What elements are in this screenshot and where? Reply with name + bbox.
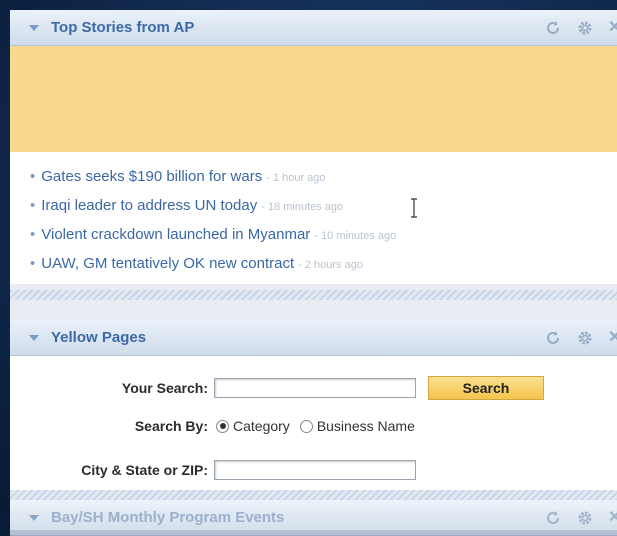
collapse-arrow-icon[interactable] — [29, 514, 39, 521]
category-option-label[interactable]: Category — [233, 418, 290, 434]
widget-controls: ✕ — [544, 10, 617, 46]
story-item: • UAW, GM tentatively OK new contract - 2 … — [30, 255, 617, 284]
search-button[interactable]: Search — [428, 376, 544, 400]
gear-icon[interactable] — [576, 329, 594, 347]
widget-column: Top Stories from AP ✕ • Gates seeks $190 … — [10, 10, 617, 536]
widget-controls: ✕ — [544, 320, 617, 356]
search-by-label: Search By: — [134, 418, 208, 434]
gear-icon[interactable] — [576, 19, 594, 37]
widget-title: Yellow Pages — [51, 329, 147, 346]
location-input[interactable] — [214, 460, 416, 480]
collapse-arrow-icon[interactable] — [29, 24, 39, 31]
widget-divider — [10, 290, 617, 300]
location-label: City & State or ZIP: — [81, 462, 208, 478]
story-item: • Violent crackdown launched in Myanmar - … — [30, 226, 617, 255]
your-search-label: Your Search: — [121, 380, 208, 396]
widget-header: Bay/SH Monthly Program Events ✕ — [10, 500, 617, 536]
yellow-pages-widget: Yellow Pages ✕ Your Search: Search Searc… — [10, 320, 617, 510]
refresh-icon[interactable] — [544, 329, 562, 347]
business-name-radio[interactable] — [299, 419, 313, 433]
story-headline-link[interactable]: Violent crackdown launched in Myanmar — [41, 226, 310, 243]
story-headline-link[interactable]: Iraqi leader to address UN today — [41, 197, 257, 214]
close-icon[interactable]: ✕ — [608, 19, 617, 37]
story-age: - 18 minutes ago — [261, 201, 344, 213]
your-search-row: Your Search: Search — [10, 376, 544, 400]
widget-controls: ✕ — [544, 500, 617, 536]
widget-header: Yellow Pages ✕ — [10, 320, 617, 356]
collapse-arrow-icon[interactable] — [29, 334, 39, 341]
story-age: - 2 hours ago — [298, 259, 363, 271]
story-item: • Gates seeks $190 billion for wars - 1 ho… — [30, 168, 617, 197]
bullet: • — [30, 197, 36, 214]
search-by-row: Search By: Category Business Name — [10, 418, 425, 434]
ap-top-stories-widget: Top Stories from AP ✕ • Gates seeks $190 … — [10, 10, 617, 284]
widget-title: Top Stories from AP — [51, 19, 195, 36]
widget-header: Top Stories from AP ✕ — [10, 10, 617, 46]
yellow-pages-form: Your Search: Search Search By: Category … — [10, 356, 617, 510]
story-item: • Iraqi leader to address UN today - 18 mi… — [30, 197, 617, 226]
refresh-icon[interactable] — [544, 19, 562, 37]
refresh-icon[interactable] — [544, 509, 562, 527]
story-age: - 1 hour ago — [266, 172, 326, 184]
category-radio[interactable] — [216, 419, 229, 433]
text-cursor-icon — [410, 198, 418, 218]
business-name-option-label[interactable]: Business Name — [317, 418, 415, 434]
bullet: • — [30, 226, 36, 243]
story-headline-link[interactable]: UAW, GM tentatively OK new contract — [41, 255, 294, 272]
story-list: • Gates seeks $190 billion for wars - 1 ho… — [10, 152, 617, 284]
story-headline-link[interactable]: Gates seeks $190 billion for wars — [41, 168, 262, 185]
bullet: • — [30, 168, 36, 185]
program-events-widget: Bay/SH Monthly Program Events ✕ — [10, 500, 617, 536]
ad-banner[interactable] — [10, 46, 617, 152]
widget-divider — [10, 490, 617, 500]
search-input[interactable] — [214, 378, 416, 398]
story-age: - 10 minutes ago — [314, 230, 397, 242]
close-icon[interactable]: ✕ — [608, 329, 617, 347]
gear-icon[interactable] — [576, 509, 594, 527]
location-row: City & State or ZIP: — [10, 460, 416, 480]
widget-body: • Gates seeks $190 billion for wars - 1 ho… — [10, 46, 617, 284]
close-icon[interactable]: ✕ — [608, 509, 617, 527]
bullet: • — [30, 255, 36, 272]
widget-title: Bay/SH Monthly Program Events — [51, 509, 285, 526]
